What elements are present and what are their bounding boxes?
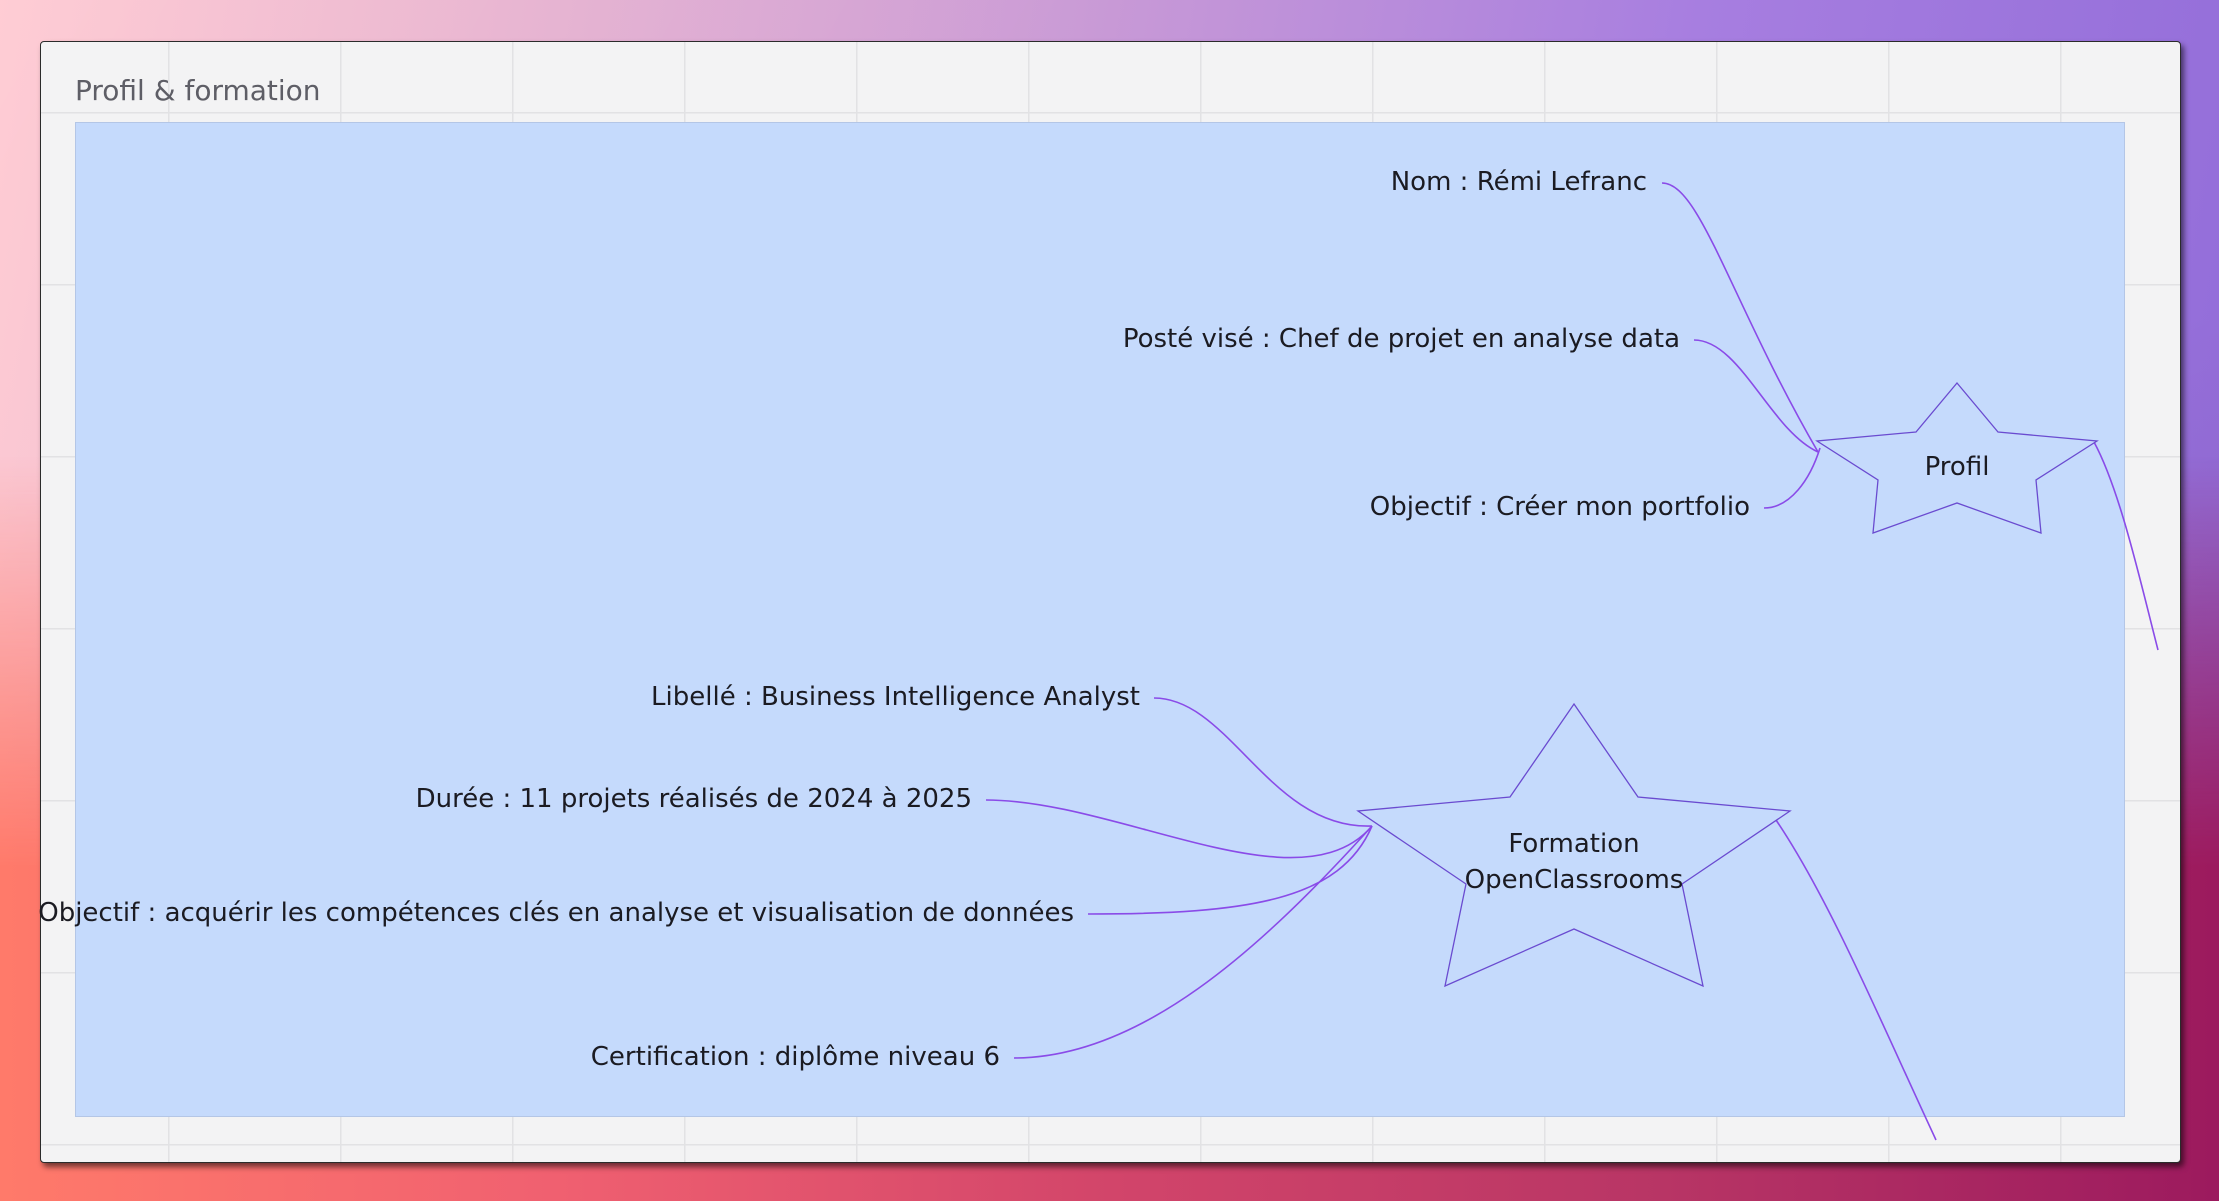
profil-item-nom[interactable]: Nom : Rémi Lefranc bbox=[1391, 167, 1647, 197]
frame-profil-formation[interactable] bbox=[75, 122, 2125, 1117]
node-formation-label-line1: Formation bbox=[1508, 829, 1640, 859]
profil-item-poste[interactable]: Posté visé : Chef de projet en analyse d… bbox=[1123, 324, 1680, 354]
node-formation-label[interactable]: Formation OpenClassrooms bbox=[1465, 826, 1684, 898]
profil-item-objectif[interactable]: Objectif : Créer mon portfolio bbox=[1370, 492, 1750, 522]
node-profil-label[interactable]: Profil bbox=[1925, 449, 1990, 485]
node-formation-label-line2: OpenClassrooms bbox=[1464, 865, 1684, 895]
formation-item-objectif[interactable]: Objectif : acquérir les compétences clés… bbox=[38, 898, 1074, 928]
formation-item-libelle[interactable]: Libellé : Business Intelligence Analyst bbox=[651, 682, 1140, 712]
frame-title[interactable]: Profil & formation bbox=[75, 74, 321, 107]
formation-item-certification[interactable]: Certification : diplôme niveau 6 bbox=[591, 1042, 1000, 1072]
formation-item-duree[interactable]: Durée : 11 projets réalisés de 2024 à 20… bbox=[416, 784, 972, 814]
